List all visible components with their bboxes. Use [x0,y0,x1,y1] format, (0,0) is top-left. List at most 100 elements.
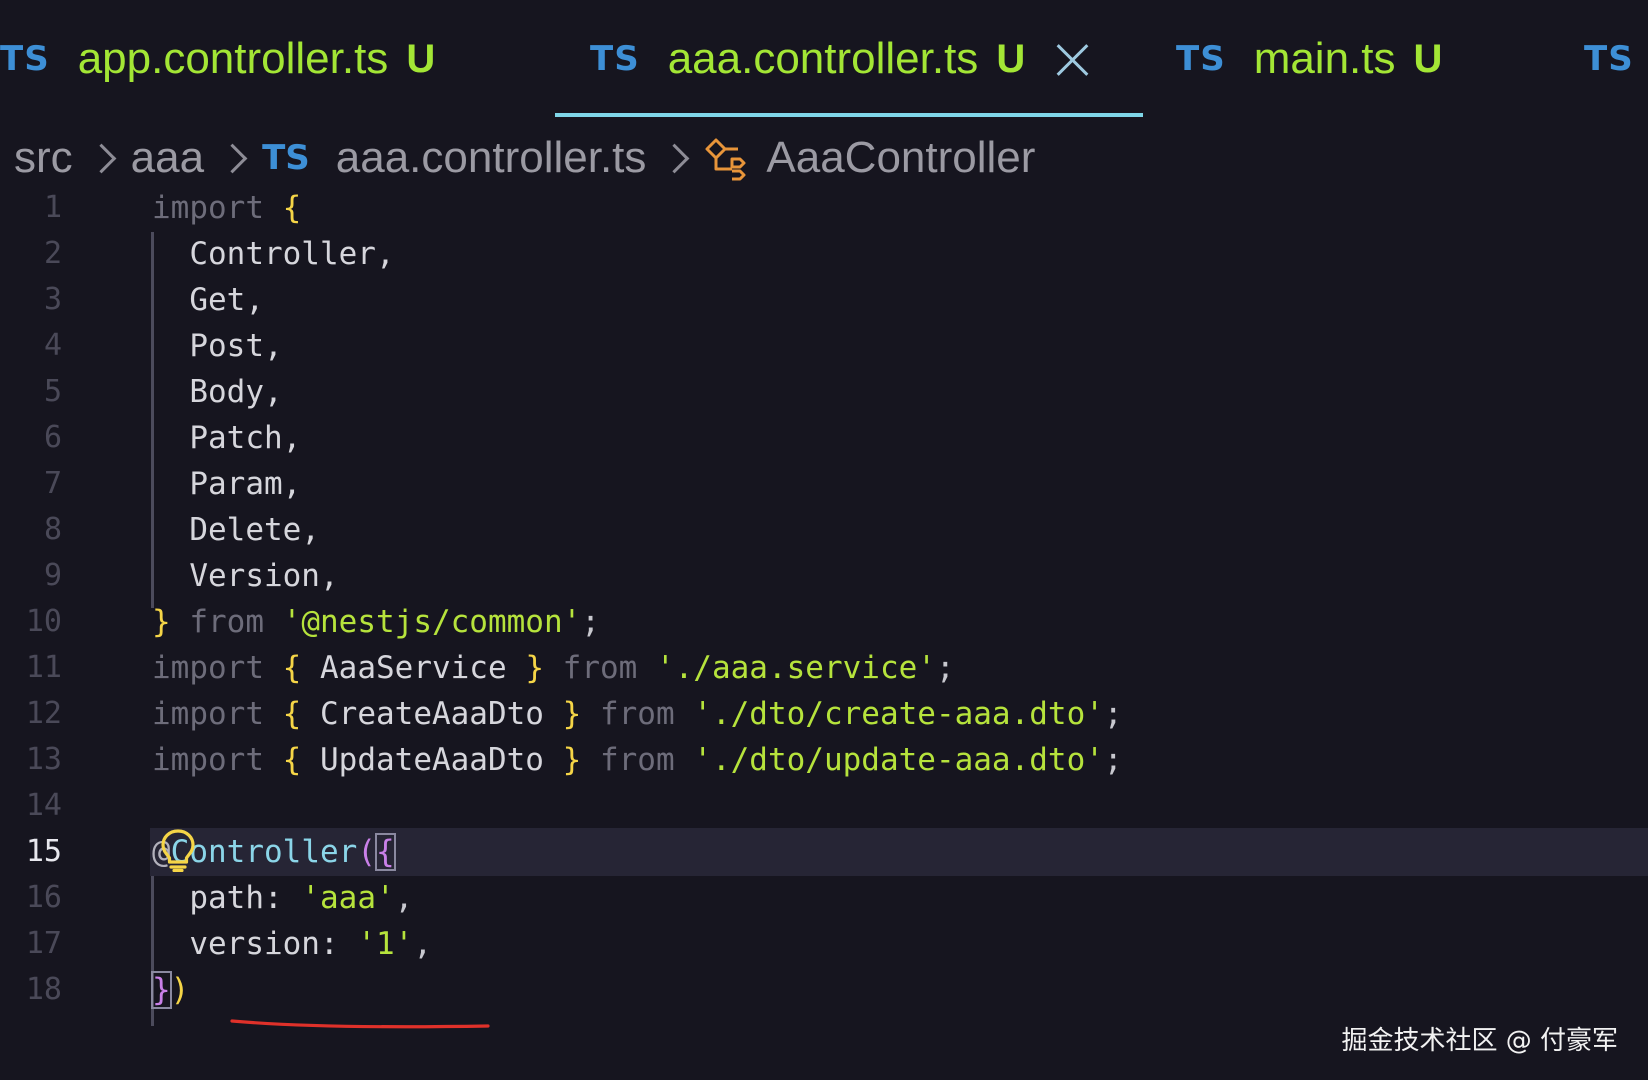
typescript-file-icon: TS [262,138,310,178]
module-string: './dto/create-aaa.dto' [693,696,1104,732]
breadcrumb-item-src[interactable]: src [14,133,73,183]
code-line[interactable]: 1 import { [0,184,1648,232]
line-number: 9 [43,558,62,593]
tab-label: aaa.controller.ts [667,34,979,83]
import-specifier: Patch, [189,420,302,456]
bracket: } [525,650,544,686]
property-key: path: [189,880,283,916]
keyword-import: import [152,190,264,226]
import-specifier: Version, [189,558,339,594]
keyword-import: import [152,696,264,732]
watermark: 掘金技术社区 @ 付豪军 [1341,1026,1618,1056]
semicolon: ; [935,650,955,686]
line-number: 3 [43,282,62,317]
tab-label: main.ts [1253,34,1396,83]
code-line-active[interactable]: 15 @Controller({ [0,828,1648,876]
import-specifier: Delete, [189,512,320,548]
breadcrumb: src aaa TS aaa.controller.ts AaaControll… [14,128,1035,188]
class-icon [705,138,746,181]
code-line[interactable]: 5 Body, [0,368,1648,416]
line-number: 6 [43,420,62,455]
comma: , [394,880,414,916]
bracket: } [562,696,582,732]
keyword-from: from [562,650,638,686]
code-line[interactable]: 13 import { UpdateAaaDto } from './dto/u… [0,736,1648,784]
line-number: 16 [25,880,62,915]
bracket: { [282,190,302,226]
line-number: 11 [25,650,62,685]
breadcrumb-item-file[interactable]: aaa.controller.ts [336,133,647,183]
module-string: './dto/update-aaa.dto' [693,742,1104,778]
module-string: '@nestjs/common' [282,604,582,640]
code-line[interactable]: 7 Param, [0,460,1648,508]
code-line[interactable]: 14 [0,782,1648,830]
code-line[interactable]: 10 } from '@nestjs/common'; [0,598,1648,646]
import-specifier: AaaService [320,650,507,686]
line-number-active: 15 [25,834,62,869]
tab-overflow[interactable]: TS [1584,0,1634,118]
code-line[interactable]: 16 path: 'aaa', [0,874,1648,922]
keyword-from: from [599,696,675,732]
chevron-right-icon [662,138,688,178]
line-number: 2 [43,236,62,271]
property-key: version: [189,926,339,962]
import-specifier: Get, [189,282,264,318]
tab-label: app.controller.ts [77,34,389,83]
chevron-right-icon [89,138,115,178]
code-editor[interactable]: 1 import { 2 Controller, 3 Get, 4 Post, … [0,190,1648,1080]
semicolon: ; [1103,696,1123,732]
typescript-file-icon: TS [590,39,640,79]
semicolon: ; [581,604,600,640]
close-icon[interactable] [1055,42,1089,76]
line-number: 4 [43,328,62,363]
decorator-name: Controller [170,834,358,870]
import-specifier: Param, [189,466,302,502]
code-line[interactable]: 17 version: '1', [0,920,1648,968]
lightbulb-icon[interactable] [158,828,198,872]
paren: ) [170,972,190,1008]
tab-bar: TS app.controller.ts U TS aaa.controller… [0,0,1648,118]
line-number: 18 [25,972,62,1007]
typescript-file-icon: TS [1176,39,1226,79]
annotation-underline [230,1019,490,1029]
line-number: 17 [25,926,62,961]
code-line[interactable]: 8 Delete, [0,506,1648,554]
line-number: 5 [43,374,62,409]
line-number: 7 [43,466,62,501]
line-number: 1 [43,190,62,225]
line-number: 12 [25,696,62,731]
import-specifier: Post, [189,328,283,364]
string-value: '1' [357,926,414,962]
breadcrumb-item-symbol[interactable]: AaaController [766,133,1035,183]
typescript-file-icon: TS [0,39,50,79]
code-line[interactable]: 6 Patch, [0,414,1648,462]
code-line[interactable]: 3 Get, [0,276,1648,324]
import-specifier: UpdateAaaDto [320,742,544,778]
paren: ( [357,834,376,870]
tab-main[interactable]: TS main.ts U [1176,0,1442,118]
bracket: { [282,650,302,686]
bracket: { [282,742,302,778]
matched-bracket: } [151,971,172,1009]
line-number: 8 [43,512,62,547]
tab-app-controller[interactable]: TS app.controller.ts U [0,0,435,118]
breadcrumb-item-aaa[interactable]: aaa [131,133,204,183]
import-specifier: Controller, [189,236,395,272]
code-line[interactable]: 11 import { AaaService } from './aaa.ser… [0,644,1648,692]
code-line[interactable]: 2 Controller, [0,230,1648,278]
keyword-from: from [599,742,675,778]
typescript-file-icon: TS [1584,39,1634,79]
keyword-from: from [189,604,264,640]
tab-aaa-controller[interactable]: TS aaa.controller.ts U [590,0,1089,118]
semicolon: ; [1103,742,1123,778]
comma: , [413,926,432,962]
code-line[interactable]: 12 import { CreateAaaDto } from './dto/c… [0,690,1648,738]
code-line[interactable]: 9 Version, [0,552,1648,600]
bracket: } [562,742,582,778]
string-value: 'aaa' [301,880,395,916]
code-line[interactable]: 4 Post, [0,322,1648,370]
module-string: './aaa.service' [655,650,936,686]
matched-bracket: { [375,833,396,871]
code-line[interactable]: 18 }) [0,966,1648,1014]
import-specifier: Body, [189,374,283,410]
